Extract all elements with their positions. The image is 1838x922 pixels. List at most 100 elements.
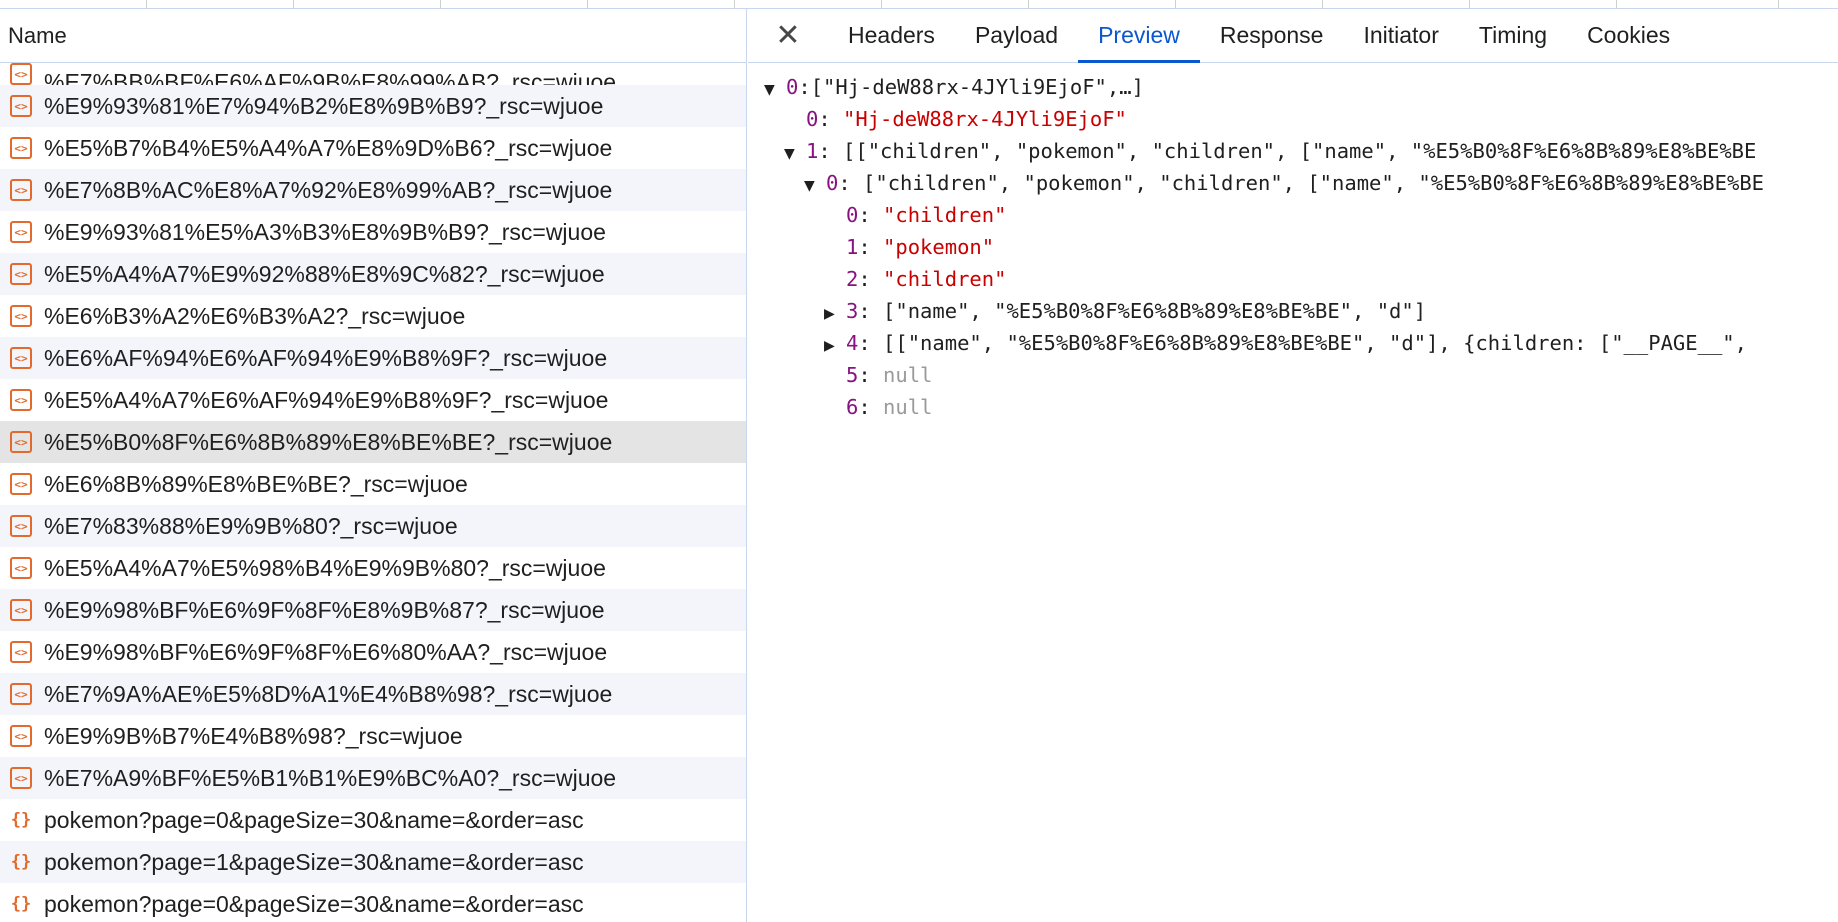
request-row[interactable]: <> %E7%9A%AE%E5%8D%A1%E4%B8%98?_rsc=wjuoe xyxy=(0,673,746,715)
request-name: %E5%A4%A7%E9%92%88%E8%9C%82?_rsc=wjuoe xyxy=(44,260,605,287)
request-row[interactable]: {} pokemon?page=0&pageSize=30&name=&order… xyxy=(0,799,746,841)
tree-key: 0 xyxy=(786,75,799,99)
request-row[interactable]: <> %E7%83%88%E9%9B%80?_rsc=wjuoe xyxy=(0,505,746,547)
tree-separator: : xyxy=(818,139,844,163)
document-icon: <> xyxy=(10,95,32,117)
name-column-header[interactable]: Name xyxy=(0,9,746,63)
tree-separator: : xyxy=(838,171,864,195)
request-row[interactable]: <> %E6%AF%94%E6%AF%94%E9%B8%9F?_rsc=wjuoe xyxy=(0,337,746,379)
tab-initiator[interactable]: Initiator xyxy=(1343,9,1458,62)
tree-key: 4 xyxy=(846,331,859,355)
tree-separator: : xyxy=(858,267,884,291)
request-row[interactable]: <> %E9%98%BF%E6%9F%8F%E8%9B%87?_rsc=wjuoe xyxy=(0,589,746,631)
request-list-panel: Name <> %E7%BB%BF%E6%AF%9B%E8%99%AB?_rsc… xyxy=(0,9,747,922)
document-icon: <> xyxy=(10,347,32,369)
request-row[interactable]: {} pokemon?page=0&pageSize=30&name=&order… xyxy=(0,883,746,922)
tree-node[interactable]: ▼ 1: [["children", "pokemon", "children",… xyxy=(784,135,1756,167)
tree-node: 0: "Hj-deW88rx-4JYli9EjoF" xyxy=(784,103,1127,135)
expand-triangle-icon[interactable]: ▼ xyxy=(804,170,826,202)
tree-separator: : xyxy=(858,203,884,227)
tab-response[interactable]: Response xyxy=(1200,9,1344,62)
request-row[interactable]: <> %E6%B3%A2%E6%B3%A2?_rsc=wjuoe xyxy=(0,295,746,337)
tree-key: 5 xyxy=(846,363,859,387)
tree-separator: : xyxy=(818,107,844,131)
document-icon: <> xyxy=(10,179,32,201)
json-icon: {} xyxy=(10,852,32,872)
tree-value: ["children", "pokemon", "children", ["na… xyxy=(863,171,1765,195)
request-list: <> %E7%BB%BF%E6%AF%9B%E8%99%AB?_rsc=wjuo… xyxy=(0,63,746,922)
request-row[interactable]: <> %E5%A4%A7%E9%92%88%E8%9C%82?_rsc=wjuoe xyxy=(0,253,746,295)
tree-key: 1 xyxy=(846,235,859,259)
tree-key: 6 xyxy=(846,395,859,419)
column-header-strip xyxy=(0,0,1838,9)
tab-preview[interactable]: Preview xyxy=(1078,9,1200,63)
document-icon: <> xyxy=(10,641,32,663)
request-name: %E9%98%BF%E6%9F%8F%E8%9B%87?_rsc=wjuoe xyxy=(44,596,605,623)
request-name: %E5%A4%A7%E5%98%B4%E9%9B%80?_rsc=wjuoe xyxy=(44,554,606,581)
document-icon: <> xyxy=(10,725,32,747)
tree-node[interactable]: ▶ 4: [["name", "%E5%B0%8F%E6%8B%89%E8%BE%… xyxy=(824,327,1747,359)
tree-value: ["name", "%E5%B0%8F%E6%8B%89%E8%BE%BE", … xyxy=(883,299,1427,323)
request-row[interactable]: <> %E5%A4%A7%E5%98%B4%E9%9B%80?_rsc=wjuoe xyxy=(0,547,746,589)
tree-key: 0 xyxy=(826,171,839,195)
request-row[interactable]: <> %E7%A9%BF%E5%B1%B1%E9%BC%A0?_rsc=wjuoe xyxy=(0,757,746,799)
expand-triangle-icon[interactable]: ▼ xyxy=(764,74,786,106)
document-icon: <> xyxy=(10,63,32,85)
expand-triangle-icon[interactable]: ▼ xyxy=(784,138,806,170)
request-name: pokemon?page=0&pageSize=30&name=&order=a… xyxy=(44,890,584,917)
collapse-triangle-icon[interactable]: ▶ xyxy=(824,298,846,330)
collapse-triangle-icon[interactable]: ▶ xyxy=(824,330,846,362)
request-row[interactable]: <> %E5%A4%A7%E6%AF%94%E9%B8%9F?_rsc=wjuoe xyxy=(0,379,746,421)
tree-value: ["Hj-deW88rx-4JYli9EjoF",…] xyxy=(810,75,1144,99)
tree-value: "pokemon" xyxy=(883,235,995,259)
tree-value: null xyxy=(883,395,933,419)
document-icon: <> xyxy=(10,599,32,621)
tree-node[interactable]: ▼ 0:["Hj-deW88rx-4JYli9EjoF",…] xyxy=(764,71,1144,103)
json-icon: {} xyxy=(10,810,32,830)
tree-separator: : xyxy=(858,363,884,387)
request-row[interactable]: {} pokemon?page=1&pageSize=30&name=&order… xyxy=(0,841,746,883)
tree-key: 3 xyxy=(846,299,859,323)
tab-timing[interactable]: Timing xyxy=(1459,9,1567,62)
tree-node[interactable]: ▼ 0: ["children", "pokemon", "children", … xyxy=(804,167,1764,199)
request-name: %E9%9B%B7%E4%B8%98?_rsc=wjuoe xyxy=(44,722,463,749)
tree-separator: : xyxy=(858,235,884,259)
request-name: pokemon?page=1&pageSize=30&name=&order=a… xyxy=(44,848,584,875)
tree-separator: : xyxy=(798,75,811,99)
document-icon: <> xyxy=(10,305,32,327)
request-row[interactable]: <> %E5%B7%B4%E5%A4%A7%E8%9D%B6?_rsc=wjuoe xyxy=(0,127,746,169)
request-row-partial[interactable]: <> %E7%BB%BF%E6%AF%9B%E8%99%AB?_rsc=wjuo… xyxy=(0,63,746,85)
tree-key: 0 xyxy=(846,203,859,227)
tree-separator: : xyxy=(858,395,884,419)
request-name: %E7%BB%BF%E6%AF%9B%E8%99%AB?_rsc=wjuoe xyxy=(44,69,617,85)
tab-headers[interactable]: Headers xyxy=(828,9,955,62)
tree-value: "Hj-deW88rx-4JYli9EjoF" xyxy=(843,107,1127,131)
close-icon[interactable]: ✕ xyxy=(748,9,828,62)
tree-value: null xyxy=(883,363,933,387)
document-icon: <> xyxy=(10,557,32,579)
tab-payload[interactable]: Payload xyxy=(955,9,1078,62)
tree-value: [["children", "pokemon", "children", ["n… xyxy=(843,139,1757,163)
document-icon: <> xyxy=(10,137,32,159)
request-row[interactable]: <> %E9%93%81%E7%94%B2%E8%9B%B9?_rsc=wjuoe xyxy=(0,85,746,127)
request-row[interactable]: <> %E6%8B%89%E8%BE%BE?_rsc=wjuoe xyxy=(0,463,746,505)
detail-tabbar: ✕ Headers Payload Preview Response Initiator… xyxy=(748,9,1838,63)
tree-node: 2: "children" xyxy=(824,263,1006,295)
request-name: %E6%AF%94%E6%AF%94%E9%B8%9F?_rsc=wjuoe xyxy=(44,344,608,371)
document-icon: <> xyxy=(10,221,32,243)
request-name: %E9%98%BF%E6%9F%8F%E6%80%AA?_rsc=wjuoe xyxy=(44,638,608,665)
request-row[interactable]: <> %E9%9B%B7%E4%B8%98?_rsc=wjuoe xyxy=(0,715,746,757)
tree-value: "children" xyxy=(883,267,1007,291)
document-icon: <> xyxy=(10,389,32,411)
request-row[interactable]: <> %E9%98%BF%E6%9F%8F%E6%80%AA?_rsc=wjuoe xyxy=(0,631,746,673)
tree-node[interactable]: ▶ 3: ["name", "%E5%B0%8F%E6%8B%89%E8%BE%B… xyxy=(824,295,1426,327)
document-icon: <> xyxy=(10,767,32,789)
request-row[interactable]: <> %E7%8B%AC%E8%A7%92%E8%99%AB?_rsc=wjuoe xyxy=(0,169,746,211)
tab-cookies[interactable]: Cookies xyxy=(1567,9,1690,62)
preview-panel: ✕ Headers Payload Preview Response Initiator… xyxy=(748,9,1838,922)
request-name: %E7%A9%BF%E5%B1%B1%E9%BC%A0?_rsc=wjuoe xyxy=(44,764,617,791)
request-row[interactable]: <> %E5%B0%8F%E6%8B%89%E8%BE%BE?_rsc=wjuoe xyxy=(0,421,746,463)
request-row[interactable]: <> %E9%93%81%E5%A3%B3%E8%9B%B9?_rsc=wjuoe xyxy=(0,211,746,253)
request-name: %E9%93%81%E7%94%B2%E8%9B%B9?_rsc=wjuoe xyxy=(44,92,604,119)
document-icon: <> xyxy=(10,683,32,705)
